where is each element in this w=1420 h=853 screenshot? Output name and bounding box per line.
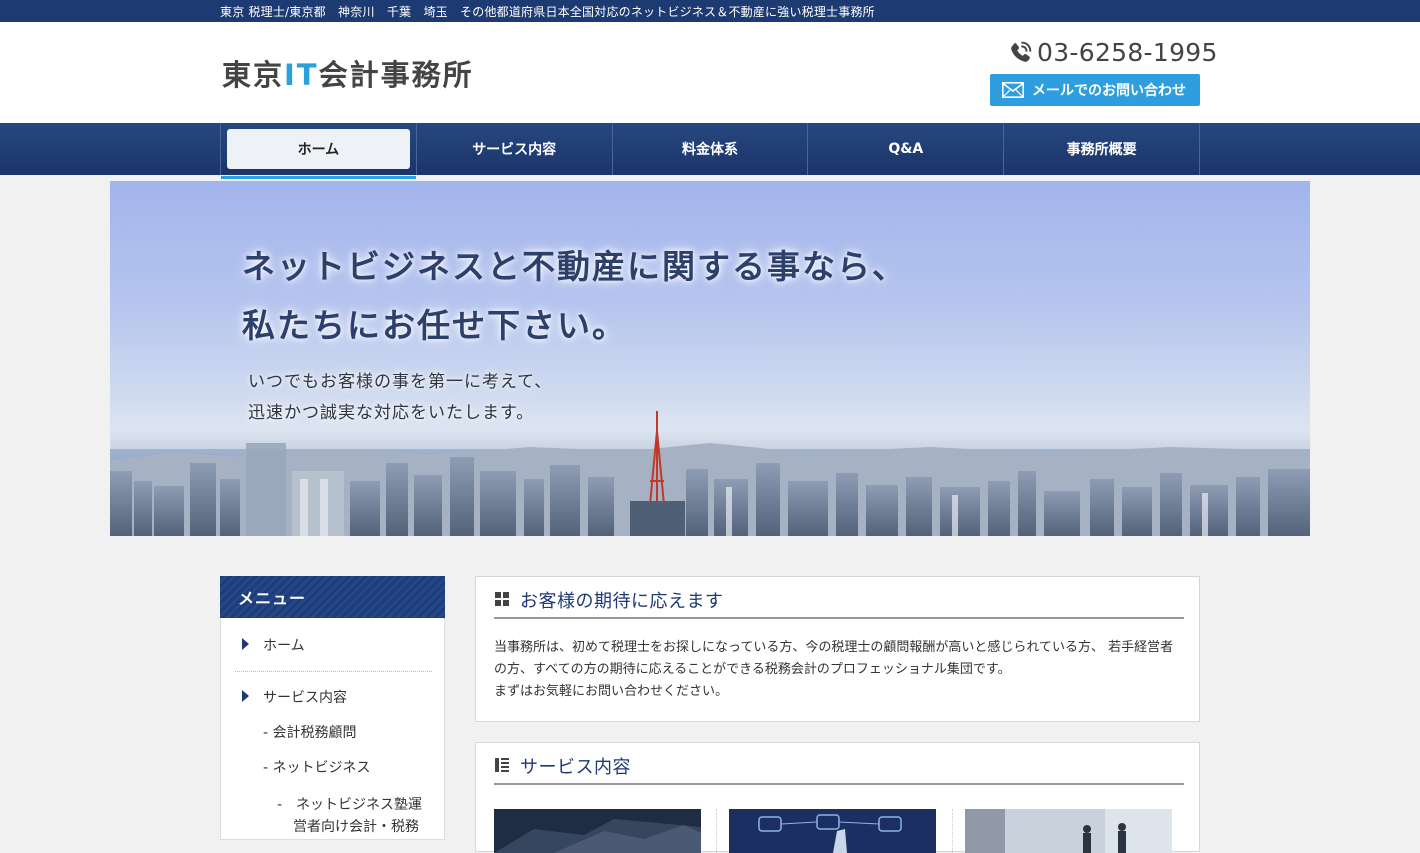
hero-subtitle: いつでもお客様の事を第一に考えて、 迅速かつ誠実な対応をいたします。: [248, 367, 552, 429]
mail-button-label: メールでのお問い合わせ: [1032, 83, 1186, 99]
triangle-right-icon: [242, 638, 249, 650]
nav-item-qa[interactable]: Q&A: [808, 123, 1005, 175]
intro-section: お客様の期待に応えます 当事務所は、初めて税理士をお探しになっている方、今の税理…: [475, 576, 1200, 722]
hero-subtitle-line: いつでもお客様の事を第一に考えて、: [248, 372, 553, 392]
logo-text-post: 会計事務所: [318, 58, 474, 92]
intro-text: 当事務所は、初めて税理士をお探しになっている方、今の税理士の顧問報酬が高いと感じ…: [494, 637, 1184, 703]
nav-item-services[interactable]: サービス内容: [417, 123, 613, 175]
nav-item-home[interactable]: ホーム: [220, 123, 417, 179]
sidebar-item-net-business-school-cont[interactable]: 営者向け会計・税務: [293, 816, 419, 836]
logo-text-pre: 東京: [222, 58, 285, 92]
section-divider: [494, 617, 1184, 619]
services-section: サービス内容: [475, 742, 1200, 853]
hero-title-line: ネットビジネスと不動産に関する事なら、: [242, 247, 907, 286]
nav-item-label: サービス内容: [472, 142, 557, 158]
sidebar-item-net-business[interactable]: - ネットビジネス: [263, 757, 371, 777]
sidebar-heading: メニュー: [220, 576, 445, 618]
nav-item-pricing[interactable]: 料金体系: [613, 123, 809, 175]
grid-icon: [495, 592, 509, 606]
intro-text-line: 当事務所は、初めて税理士をお探しになっている方、今の税理士の顧問報酬が高いと感じ…: [494, 640, 1174, 655]
phone-contact[interactable]: 03-6258-1995: [1007, 38, 1218, 67]
site-logo[interactable]: 東京IT会計事務所: [222, 52, 474, 94]
sidebar-item-net-business-school[interactable]: - ネットビジネス塾運: [277, 794, 422, 814]
sidebar-item-home[interactable]: ホーム: [263, 635, 305, 655]
sidebar-menu: メニュー ホーム サービス内容 - 会計税務顧問 - ネットビジネス - ネット…: [220, 576, 445, 840]
service-thumbnail-net-business[interactable]: [729, 809, 936, 853]
nav-item-label: Q&A: [888, 141, 924, 157]
hero-title: ネットビジネスと不動産に関する事なら、 私たちにお任せ下さい。: [242, 237, 907, 355]
top-info-text: 東京 税理士/東京都 神奈川 千葉 埼玉 その他都道府県日本全国対応のネットビジ…: [220, 5, 875, 19]
sidebar-item-services[interactable]: サービス内容: [263, 687, 347, 707]
service-thumbnail-real-estate[interactable]: [965, 809, 1172, 853]
nav-item-about[interactable]: 事務所概要: [1004, 123, 1200, 175]
intro-text-line: の方、すべての方の期待に応えることができる税務会計のプロフェッショナル集団です。: [494, 662, 1011, 677]
thumbnail-divider: [952, 809, 953, 853]
intro-title: お客様の期待に応えます: [520, 591, 724, 612]
city-skyline-image: [110, 411, 1310, 536]
list-icon: [495, 758, 509, 772]
intro-text-line: まずはお気軽にお問い合わせください。: [494, 684, 729, 699]
nav-item-label: ホーム: [297, 142, 340, 158]
service-thumbnail-accounting[interactable]: [494, 809, 701, 853]
nav-item-label: 料金体系: [681, 142, 738, 158]
nav-item-label: 事務所概要: [1066, 142, 1137, 158]
hero-banner: ネットビジネスと不動産に関する事なら、 私たちにお任せ下さい。 いつでもお客様の…: [110, 181, 1310, 536]
section-divider: [494, 783, 1184, 785]
hero-subtitle-line: 迅速かつ誠実な対応をいたします。: [248, 403, 535, 423]
mail-inquiry-button[interactable]: メールでのお問い合わせ: [990, 74, 1200, 106]
phone-number: 03-6258-1995: [1037, 38, 1218, 67]
sidebar-item-accounting-advisory[interactable]: - 会計税務顧問: [263, 722, 357, 742]
phone-icon: [1011, 41, 1032, 62]
hero-title-line: 私たちにお任せ下さい。: [242, 306, 627, 345]
services-title: サービス内容: [520, 757, 631, 778]
triangle-right-icon: [242, 690, 249, 702]
site-header: 東京IT会計事務所 03-6258-1995 メールでのお問い合わせ: [0, 22, 1420, 123]
logo-text-it: IT: [284, 58, 319, 92]
main-nav: ホーム サービス内容 料金体系 Q&A 事務所概要: [0, 123, 1420, 179]
main-nav-items: ホーム サービス内容 料金体系 Q&A 事務所概要: [220, 123, 1200, 179]
thumbnail-divider: [716, 809, 717, 853]
mail-icon: [1002, 82, 1024, 98]
top-info-bar: 東京 税理士/東京都 神奈川 千葉 埼玉 その他都道府県日本全国対応のネットビジ…: [0, 0, 1420, 22]
sidebar-divider: [235, 671, 432, 672]
